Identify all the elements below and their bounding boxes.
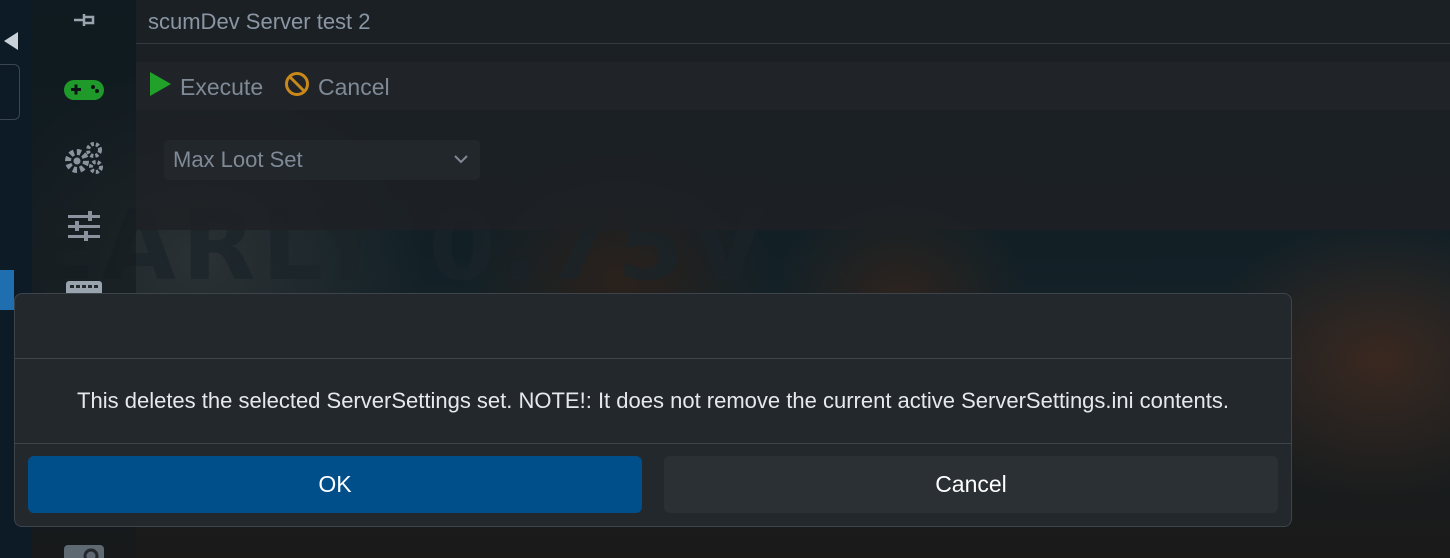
gears-icon[interactable] xyxy=(58,138,110,178)
cancel-toolbar-label: Cancel xyxy=(318,73,390,100)
rail-accent xyxy=(0,270,14,310)
play-icon xyxy=(148,71,172,103)
app-window: EARLY 0.75V scumDev Server test 2 Execut… xyxy=(0,0,1450,558)
execute-label: Execute xyxy=(180,73,264,100)
settings-set-value: Max Loot Set xyxy=(173,147,303,172)
toolbar: Execute Cancel xyxy=(136,62,1450,110)
prohibited-icon xyxy=(284,71,310,103)
dialog-body: This deletes the selected ServerSettings… xyxy=(15,359,1291,444)
execute-button[interactable]: Execute xyxy=(148,70,263,104)
dialog-header xyxy=(15,294,1291,359)
cancel-button[interactable]: Cancel xyxy=(664,456,1278,513)
gamepad-icon[interactable] xyxy=(58,70,110,110)
sliders-icon[interactable] xyxy=(58,206,110,246)
server-panel: scumDev Server test 2 Execute Cancel Max… xyxy=(136,0,1450,230)
title-row: scumDev Server test 2 xyxy=(136,0,1450,44)
ok-button[interactable]: OK xyxy=(28,456,642,513)
pin-icon[interactable] xyxy=(58,0,110,40)
confirm-dialog: This deletes the selected ServerSettings… xyxy=(14,293,1292,527)
dialog-message: This deletes the selected ServerSettings… xyxy=(77,388,1229,413)
cancel-toolbar-button[interactable]: Cancel xyxy=(284,70,390,104)
settings-set-select[interactable]: Max Loot Set xyxy=(164,140,480,180)
rail-tab[interactable] xyxy=(0,64,20,120)
server-title: scumDev Server test 2 xyxy=(148,9,371,34)
camera-icon[interactable] xyxy=(58,532,110,558)
collapse-arrow-icon[interactable] xyxy=(2,30,22,54)
chevron-down-icon xyxy=(452,148,470,174)
